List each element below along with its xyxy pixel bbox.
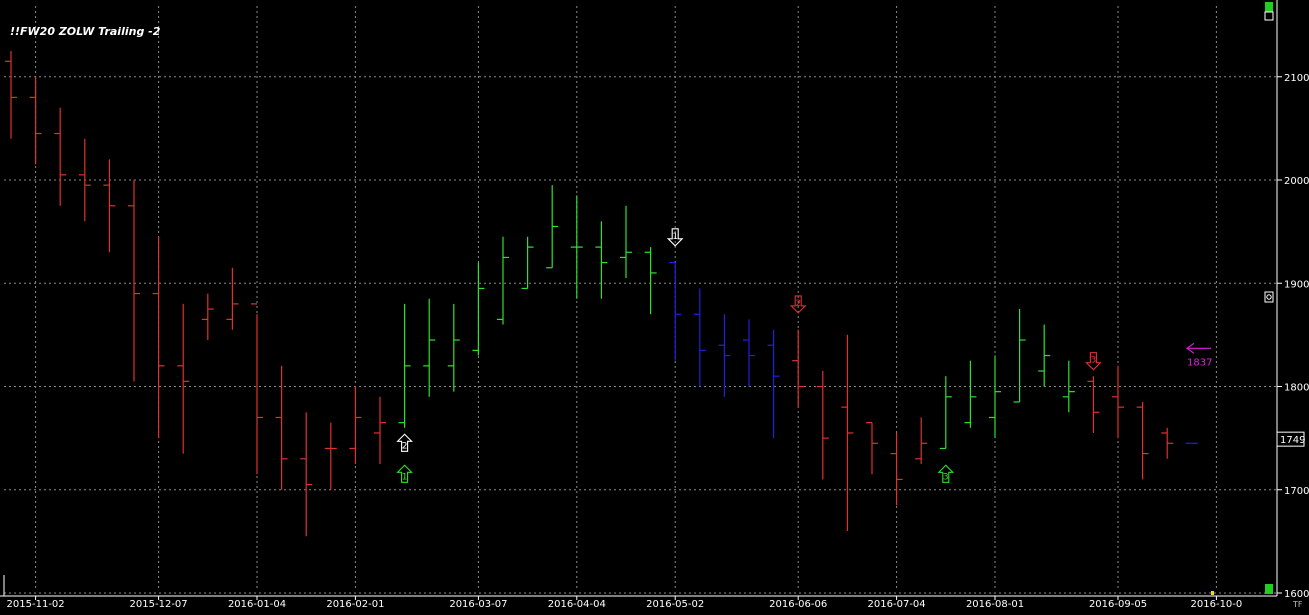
ohlc-bar (128, 180, 140, 382)
ohlc-bar (1136, 401, 1149, 480)
x-tick-label: 2016-07-04 (868, 599, 926, 610)
ohlc-bar (1087, 376, 1100, 433)
ohlc-bar (816, 371, 829, 480)
ohlc-bar (423, 298, 436, 397)
signal-arrow-down: 2 (789, 295, 807, 314)
ohlc-bar (349, 386, 362, 464)
last-price-label: 1749 (1280, 435, 1305, 446)
ohlc-bar (620, 205, 632, 279)
ohlc-bar (497, 236, 509, 325)
ohlc-bar (939, 376, 952, 450)
ohlc-bar (1161, 427, 1174, 459)
ohlc-bar (472, 262, 485, 356)
x-tick-label: 2016-01-04 (228, 599, 286, 610)
signal-label: 2 (795, 299, 801, 309)
ohlc-bar (767, 329, 780, 439)
scroll-top-handle (1265, 2, 1273, 12)
x-axis-ticks: 2015-11-02 2015-12-07 2016-01-04 2016-02-01… (7, 596, 1243, 610)
x-tick-label: 2016-03-07 (449, 599, 507, 610)
ohlc-bar (300, 412, 313, 537)
ohlc-bar (546, 185, 559, 269)
signal-label: 1 (402, 472, 408, 482)
last-price-marker: 1749 (1276, 431, 1305, 447)
ohlc-bar (669, 262, 682, 361)
y-tick-label: 2000 (1284, 176, 1309, 187)
x-tick-label: 2016-09-05 (1089, 599, 1147, 610)
ohlc-bar (103, 159, 116, 253)
y-axis-ticks: 1600 1700 1800 1900 2000 2100 (1277, 73, 1309, 600)
x-tick-label: 2015-11-02 (7, 599, 65, 610)
y-tick-label: 1800 (1284, 383, 1309, 394)
scroll-widgets[interactable] (1211, 2, 1274, 595)
price-annotation: 1837 (1186, 342, 1212, 368)
scroll-bottom-handle (1265, 584, 1273, 594)
x-tick-label: 2016-06-06 (769, 599, 827, 610)
ohlc-bar (743, 319, 755, 387)
ohlc-bar (251, 303, 263, 475)
price-chart[interactable]: 2 1 1 2 3 3 1600 1700 1800 1900 2000 2100 2015-11-… (0, 0, 1309, 611)
signal-label: 2 (402, 441, 408, 451)
scroll-top-box-icon (1264, 11, 1274, 21)
y-tick-label: 1600 (1284, 589, 1309, 600)
chart-root: 2 1 1 2 3 3 1600 1700 1800 1900 2000 2100 2015-11-… (0, 0, 1309, 611)
chart-title: !!FW20 ZOLW Trailing -2 (10, 25, 161, 38)
x-tick-label: 2016-05-02 (646, 599, 704, 610)
ohlc-bar (29, 76, 42, 165)
ohlc-bar (718, 314, 731, 397)
signal-label: 3 (1091, 356, 1097, 366)
signal-arrow-up: 2 (396, 433, 413, 452)
x-tick-label: 2016-02-01 (326, 599, 384, 610)
x-tick-label: 2015-12-07 (130, 599, 188, 610)
ohlc-bar (595, 221, 608, 299)
ohlc-bar (989, 355, 1001, 439)
ohlc-bars (5, 50, 1198, 537)
ohlc-bar (201, 293, 214, 341)
ohlc-bar (54, 107, 67, 206)
ohlc-bar (1013, 309, 1026, 403)
signal-label: 3 (943, 472, 949, 482)
ohlc-bar (177, 303, 190, 454)
ohlc-bar (841, 334, 854, 532)
x-tick-label: 2016-08-01 (966, 599, 1024, 610)
y-tick-label: 1900 (1284, 279, 1309, 290)
ohlc-bar (398, 303, 411, 428)
ohlc-bar (915, 417, 928, 464)
ohlc-bar (1112, 365, 1124, 439)
ohlc-bar (866, 422, 878, 475)
signal-arrow-up: 1 (396, 464, 413, 483)
ohlc-bar (447, 303, 460, 392)
axis-frame (0, 0, 1278, 597)
ohlc-bar (152, 236, 165, 439)
ohlc-bar (374, 396, 386, 464)
grid (4, 6, 1277, 594)
signal-arrow-down: 1 (666, 228, 684, 247)
ohlc-bar (226, 267, 239, 330)
annotation-label: 1837 (1187, 357, 1212, 368)
signal-arrow-up: 3 (937, 464, 955, 483)
time-marker-icon (1211, 591, 1214, 595)
ohlc-bar (521, 236, 534, 290)
ohlc-bar (1038, 324, 1051, 387)
signal-label: 1 (672, 232, 678, 242)
ohlc-bar (792, 329, 805, 408)
scroll-mid-handle-icon (1264, 291, 1274, 303)
ohlc-bar (324, 422, 337, 490)
y-tick-label: 2100 (1284, 73, 1309, 84)
x-tick-label: 2016-10-0 (1191, 599, 1243, 610)
ohlc-bar (5, 50, 17, 139)
ohlc-bar (890, 432, 903, 506)
y-tick-label: 1700 (1284, 486, 1309, 497)
ohlc-bar (964, 360, 977, 428)
signal-arrow-down: 3 (1085, 352, 1102, 371)
x-tick-label: 2016-04-04 (548, 599, 606, 610)
ohlc-bar (693, 288, 706, 387)
ohlc-bar (275, 365, 288, 490)
corner-label: TF (1292, 600, 1303, 609)
ohlc-bar (644, 247, 657, 315)
